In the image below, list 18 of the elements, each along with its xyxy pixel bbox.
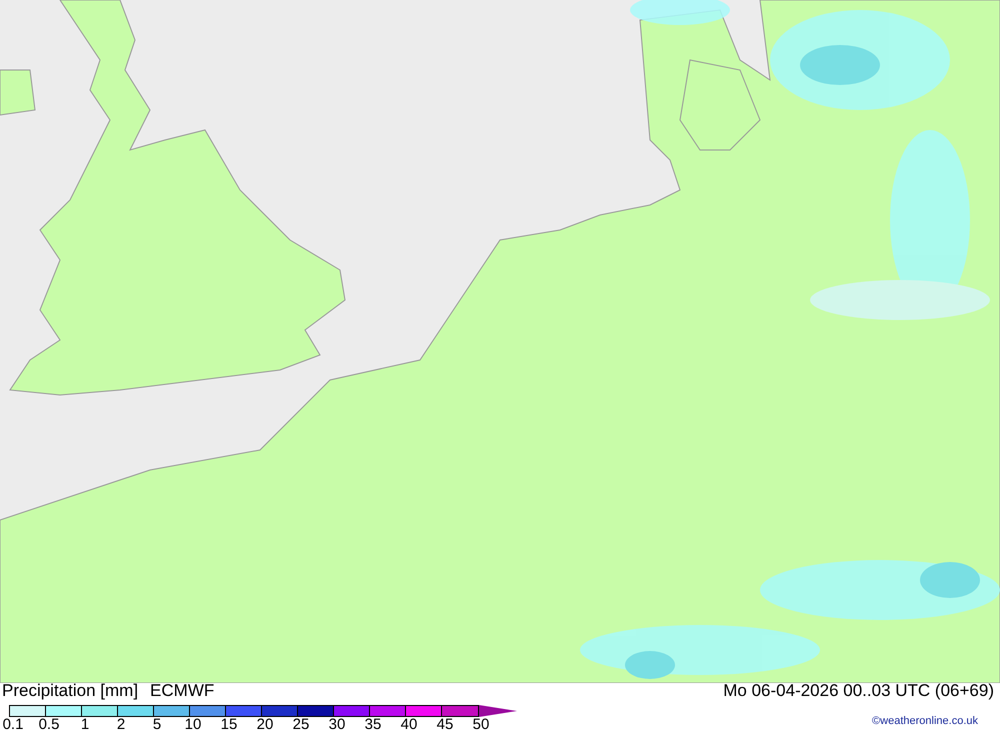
scale-label: 5 [152,717,162,733]
scale-label: 20 [256,717,274,733]
scale-label: 0.5 [38,717,60,733]
scale-label: 15 [220,717,238,733]
scale-label: 10 [184,717,202,733]
scale-label: 30 [328,717,346,733]
scale-label: 50 [472,717,490,733]
model-name: ECMWF [150,683,214,699]
scale-label: 25 [292,717,310,733]
scale-label: 1 [80,717,90,733]
credit-link[interactable]: ©weatheronline.co.uk [872,699,1000,730]
chart-title: Precipitation [mm] [2,683,138,699]
valid-time: Mo 06-04-2026 00..03 UTC (06+69) [723,683,995,699]
scale-label: 35 [364,717,382,733]
scale-label: 0.1 [2,717,24,733]
scale-label: 45 [436,717,454,733]
scale-label: 40 [400,717,418,733]
scale-label: 2 [116,717,126,733]
